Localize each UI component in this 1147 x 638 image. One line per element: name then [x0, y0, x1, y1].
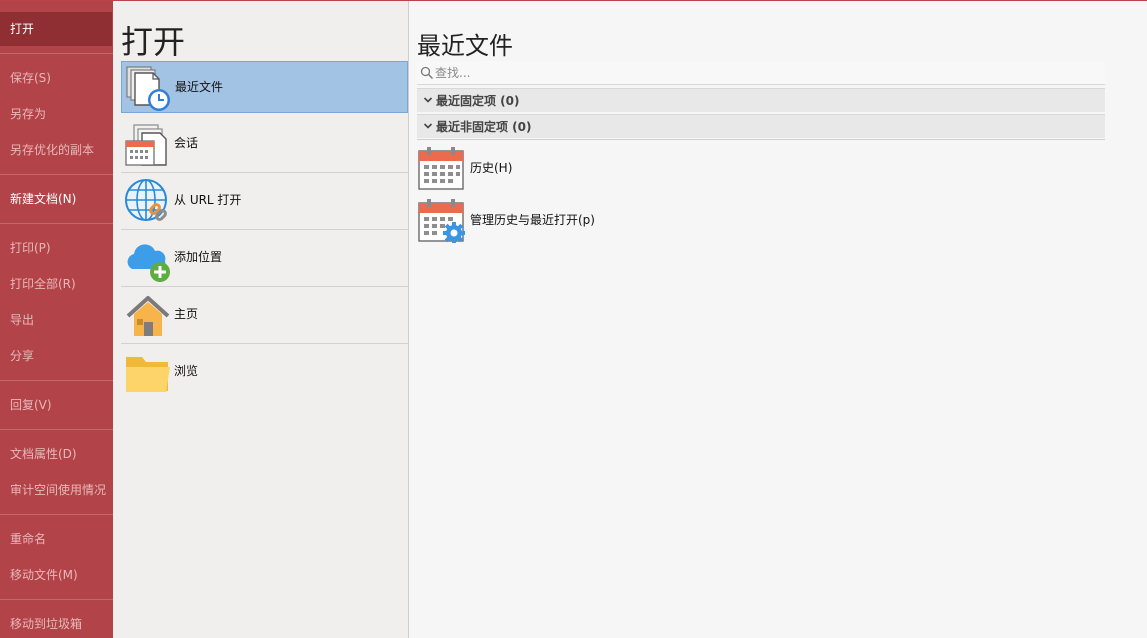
cloud-add-icon: [127, 244, 170, 282]
open-option-label: 最近文件: [175, 80, 224, 94]
sidebar-item-audit-space-usage[interactable]: 审计空间使用情况: [0, 473, 113, 507]
sidebar-divider: [0, 380, 113, 381]
option-divider: [121, 229, 408, 230]
search-input[interactable]: [435, 63, 1095, 83]
option-divider: [121, 286, 408, 287]
search-icon: [420, 66, 434, 80]
open-option-label: 添加位置: [174, 250, 223, 264]
sidebar-item-open[interactable]: 打开: [0, 12, 112, 46]
open-option-browse[interactable]: 浏览: [121, 346, 408, 398]
folder-icon: [126, 357, 170, 392]
history-label: 历史(H): [470, 161, 513, 175]
globe-link-icon: [125, 179, 167, 221]
open-option-session[interactable]: 会话: [121, 118, 408, 170]
open-option-label: 浏览: [174, 364, 199, 378]
history-entry[interactable]: 历史(H): [417, 143, 717, 193]
sidebar-item-save[interactable]: 保存(S): [0, 61, 113, 95]
sidebar-divider: [0, 429, 113, 430]
group-recent-pinned[interactable]: 最近固定项 (0): [417, 88, 1105, 112]
recent-files-panel: 最近文件 最近固定项 (0) 最近非固定项 (0): [409, 1, 1147, 638]
sidebar-item-move-file[interactable]: 移动文件(M): [0, 558, 113, 592]
open-option-recent-files[interactable]: 最近文件: [121, 61, 408, 113]
session-calendar-icon: [125, 124, 167, 166]
group-divider: [417, 139, 1105, 140]
recent-files-clock-icon: [126, 66, 170, 111]
sidebar-item-new-document[interactable]: 新建文档(N): [0, 182, 113, 216]
sidebar-divider: [0, 599, 113, 600]
manage-history-entry[interactable]: 管理历史与最近打开(p): [417, 195, 717, 245]
calendar-gear-icon: [418, 199, 465, 243]
option-divider: [121, 343, 408, 344]
sidebar-item-rename[interactable]: 重命名: [0, 522, 113, 556]
sidebar-item-print-all[interactable]: 打印全部(R): [0, 267, 113, 301]
open-option-label: 主页: [174, 307, 199, 321]
home-icon: [126, 296, 170, 336]
option-divider: [121, 172, 408, 173]
sidebar-item-save-as[interactable]: 另存为: [0, 97, 113, 131]
open-option-label: 会话: [174, 136, 199, 150]
open-option-home[interactable]: 主页: [121, 289, 408, 341]
open-option-add-place[interactable]: 添加位置: [121, 232, 408, 284]
sidebar-item-share[interactable]: 分享: [0, 339, 113, 373]
chevron-down-icon: [423, 97, 433, 103]
sidebar-item-document-properties[interactable]: 文档属性(D): [0, 437, 113, 471]
section-title: 最近文件: [417, 32, 513, 60]
sidebar-divider: [0, 223, 113, 224]
search-bar: [417, 61, 1105, 85]
chevron-down-icon: [423, 123, 433, 129]
sidebar-divider: [0, 514, 113, 515]
sidebar-divider: [0, 174, 113, 175]
sidebar-item-print[interactable]: 打印(P): [0, 231, 113, 265]
calendar-icon: [418, 147, 464, 190]
sidebar: 打开 保存(S) 另存为 另存优化的副本 新建文档(N) 打印(P) 打印全部(…: [0, 1, 113, 638]
sidebar-item-revert[interactable]: 回复(V): [0, 388, 113, 422]
open-options-panel: 打开 最近文件 会话 从 URL 打开 添加位置 主页 浏览: [113, 1, 408, 638]
page-title: 打开: [121, 23, 186, 61]
manage-history-label: 管理历史与最近打开(p): [470, 213, 595, 227]
group-label: 最近非固定项 (0): [436, 120, 532, 134]
sidebar-item-export[interactable]: 导出: [0, 303, 113, 337]
open-option-from-url[interactable]: 从 URL 打开: [121, 175, 408, 227]
sidebar-item-save-optimized-copy[interactable]: 另存优化的副本: [0, 133, 113, 167]
open-option-label: 从 URL 打开: [174, 193, 242, 207]
group-recent-unpinned[interactable]: 最近非固定项 (0): [417, 114, 1105, 138]
group-label: 最近固定项 (0): [436, 94, 520, 108]
sidebar-divider: [0, 53, 113, 54]
sidebar-item-move-to-trash[interactable]: 移动到垃圾箱: [0, 607, 113, 638]
